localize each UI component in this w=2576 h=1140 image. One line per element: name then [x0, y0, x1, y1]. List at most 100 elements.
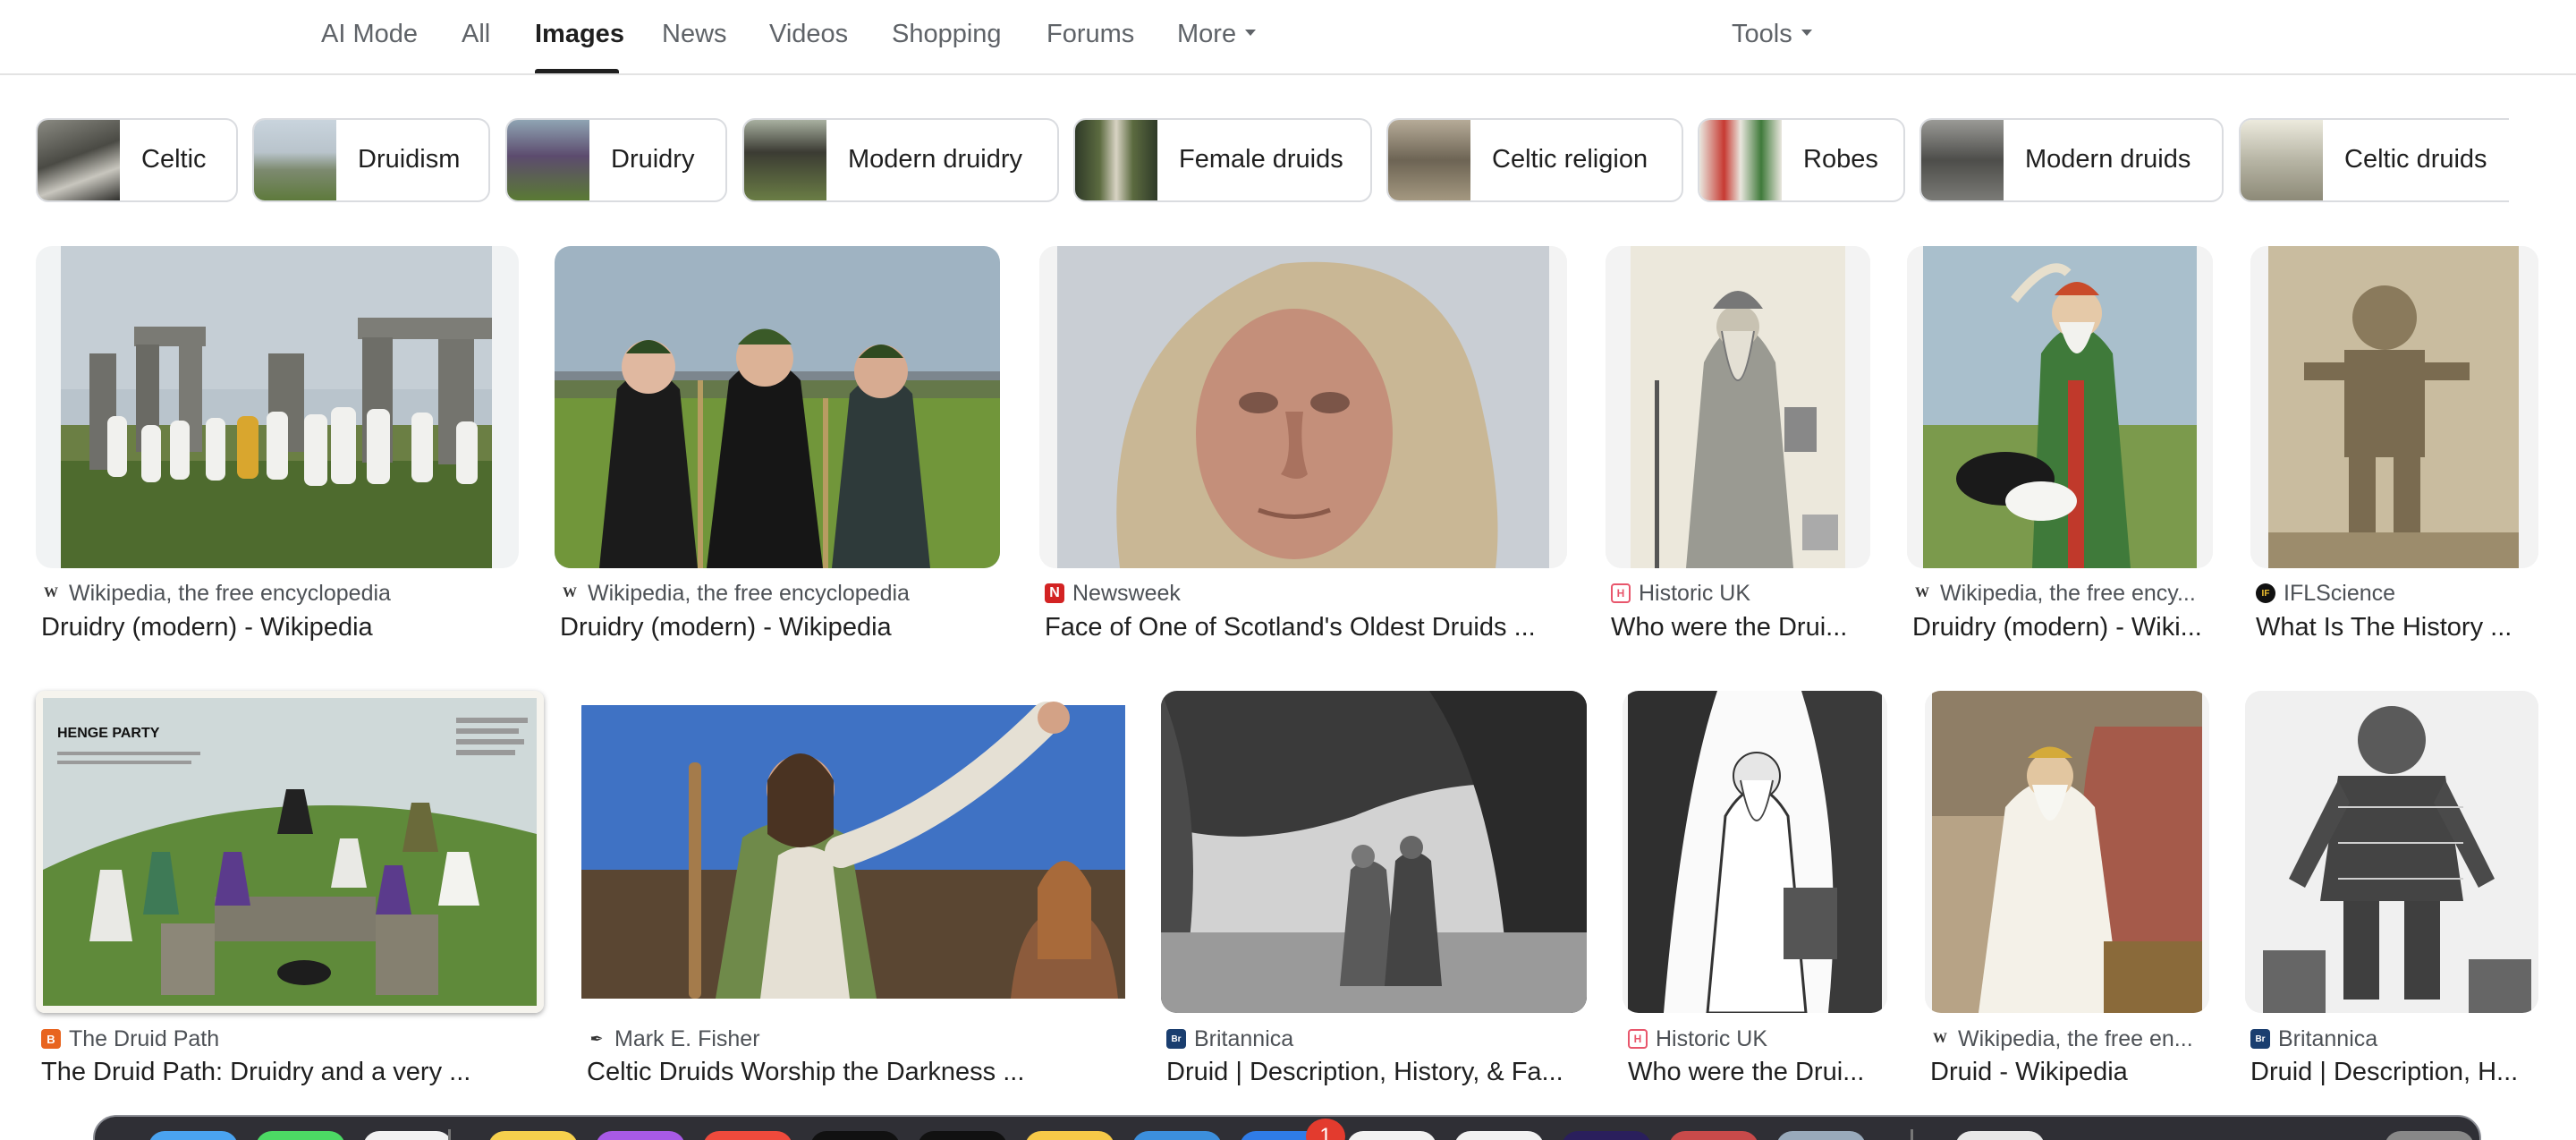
chip-modern-druids[interactable]: Modern druids — [1919, 118, 2224, 202]
result-title[interactable]: Druidry (modern) - Wiki... — [1912, 613, 2213, 642]
blogger-icon: B — [41, 1029, 61, 1049]
result-source-name: Historic UK — [1656, 1025, 1768, 1051]
chip-druidry[interactable]: Druidry — [505, 118, 727, 202]
macos-dock — [93, 1115, 2481, 1140]
wikipedia-icon: W — [1933, 1031, 1947, 1046]
result-source: Br Britannica — [2250, 1025, 2538, 1052]
terminal-alt-icon[interactable] — [918, 1131, 1007, 1140]
result-thumbnail-frame — [2250, 246, 2538, 568]
result-source-name: Historic UK — [1639, 580, 1751, 606]
result-source: B The Druid Path — [41, 1025, 544, 1052]
image-result[interactable]: Br Britannica Druid | Description, H... — [2245, 691, 2538, 1104]
image-result[interactable]: Br Britannica Druid | Description, Histo… — [1161, 691, 1587, 1104]
chip-celtic-religion[interactable]: Celtic religion — [1386, 118, 1683, 202]
chip-celtic-druids[interactable]: Celtic druids — [2239, 118, 2509, 202]
result-source: IF IFLScience — [2256, 580, 2538, 607]
magazine-heading: HENGE PARTY — [57, 726, 160, 741]
result-source-name: Newsweek — [1072, 580, 1181, 606]
newsweek-icon: N — [1045, 583, 1064, 603]
image-result[interactable]: W Wikipedia, the free ency... Druidry (m… — [1907, 246, 2213, 658]
result-title[interactable]: Druid | Description, History, & Fa... — [1166, 1058, 1587, 1087]
britannica-druids-engraving-image — [1161, 691, 1587, 1013]
podcasts-icon[interactable] — [596, 1131, 685, 1140]
result-source-name: Britannica — [1194, 1025, 1294, 1051]
tab-forums[interactable]: Forums — [1046, 20, 1134, 49]
result-source: W Wikipedia, the free ency... — [1912, 580, 2213, 607]
image-result[interactable]: W Wikipedia, the free encyclopedia Druid… — [555, 246, 1000, 658]
result-source: W Wikipedia, the free encyclopedia — [41, 580, 519, 607]
result-title[interactable]: The Druid Path: Druidry and a very ... — [41, 1058, 544, 1087]
image-result[interactable]: W Wikipedia, the free encyclopedia Druid… — [36, 246, 519, 658]
notes-icon[interactable] — [488, 1131, 578, 1140]
terminal-icon[interactable] — [810, 1131, 900, 1140]
result-title[interactable]: Druid - Wikipedia — [1930, 1058, 2209, 1087]
image-result[interactable]: H Historic UK Who were the Drui... — [1606, 246, 1870, 658]
chip-robes[interactable]: Robes — [1698, 118, 1905, 202]
image-result[interactable]: ✒ Mark E. Fisher Celtic Druids Worship t… — [581, 691, 1127, 1104]
wikipedia-icon: W — [1915, 585, 1929, 600]
wicker-man-engraving-image — [2245, 691, 2538, 1013]
image-result[interactable]: IF IFLScience What Is The History ... — [2250, 246, 2538, 658]
historic-uk-icon: H — [1611, 583, 1631, 603]
chip-thumbnail — [507, 120, 589, 200]
result-title[interactable]: What Is The History ... — [2256, 613, 2538, 642]
chip-label: Druidry — [611, 145, 695, 174]
chip-label: Modern druids — [2025, 145, 2191, 174]
result-thumbnail-frame — [581, 691, 1127, 1013]
women-druids-image — [555, 246, 1000, 568]
finder-icon[interactable] — [148, 1131, 238, 1140]
chip-thumbnail — [254, 120, 336, 200]
result-title[interactable]: Druidry (modern) - Wikipedia — [560, 613, 1000, 642]
britannica-icon: Br — [2250, 1029, 2270, 1049]
tab-videos[interactable]: Videos — [769, 20, 848, 49]
image-result[interactable]: N Newsweek Face of One of Scotland's Old… — [1039, 246, 1567, 658]
document-icon[interactable] — [1955, 1131, 2045, 1140]
preview-icon[interactable] — [1454, 1131, 1544, 1140]
result-title[interactable]: Who were the Drui... — [1611, 613, 1870, 642]
result-source-name: Wikipedia, the free ency... — [1940, 580, 2196, 606]
result-title[interactable]: Celtic Druids Worship the Darkness ... — [587, 1058, 1127, 1087]
result-title[interactable]: Druidry (modern) - Wikipedia — [41, 613, 519, 642]
active-tab-indicator — [535, 69, 619, 73]
result-source: Br Britannica — [1166, 1025, 1587, 1052]
result-source-name: Britannica — [2278, 1025, 2378, 1051]
chip-celtic[interactable]: Celtic — [36, 118, 238, 202]
pen-icon: ✒ — [589, 1029, 604, 1048]
claude-icon[interactable] — [1562, 1131, 1651, 1140]
image-result[interactable]: W Wikipedia, the free en... Druid - Wiki… — [1925, 691, 2209, 1104]
chip-druidism[interactable]: Druidism — [252, 118, 490, 202]
tools-button[interactable]: Tools — [1732, 20, 1812, 49]
chip-label: Celtic religion — [1492, 145, 1648, 174]
chevron-down-icon — [1245, 29, 1257, 36]
image-result[interactable]: HENGE PARTY B The Druid Path The Druid P… — [36, 691, 544, 1104]
trash-icon[interactable] — [2385, 1131, 2474, 1140]
image-result[interactable]: H Historic UK Who were the Drui... — [1623, 691, 1887, 1104]
tab-images[interactable]: Images — [535, 20, 624, 49]
chip-thumbnail — [1388, 120, 1470, 200]
chip-modern-druidry[interactable]: Modern druidry — [742, 118, 1059, 202]
safari-icon[interactable] — [1132, 1131, 1222, 1140]
result-title[interactable]: Face of One of Scotland's Oldest Druids … — [1045, 613, 1567, 642]
tab-all[interactable]: All — [462, 20, 490, 49]
messages-icon[interactable] — [256, 1131, 345, 1140]
chrome-icon[interactable] — [703, 1131, 792, 1140]
druid-engraving-image — [1606, 246, 1870, 568]
photos-icon[interactable] — [1347, 1131, 1436, 1140]
app-icon[interactable] — [1669, 1131, 1758, 1140]
tab-more-label: More — [1177, 20, 1237, 48]
britannica-icon: Br — [1166, 1029, 1186, 1049]
result-title[interactable]: Druid | Description, H... — [2250, 1058, 2538, 1087]
result-source: ✒ Mark E. Fisher — [587, 1025, 1127, 1052]
app-icon[interactable] — [1776, 1131, 1866, 1140]
result-source-name: Wikipedia, the free encyclopedia — [588, 580, 910, 606]
chip-thumbnail — [2241, 120, 2323, 200]
stickies-icon[interactable] — [1025, 1131, 1114, 1140]
tab-more[interactable]: More — [1177, 20, 1257, 49]
tab-news[interactable]: News — [662, 20, 727, 49]
calendar-icon[interactable] — [363, 1131, 453, 1140]
result-thumbnail-frame — [1039, 246, 1567, 568]
result-title[interactable]: Who were the Drui... — [1628, 1058, 1887, 1087]
chip-female-druids[interactable]: Female druids — [1073, 118, 1372, 202]
tab-shopping[interactable]: Shopping — [892, 20, 1002, 49]
tab-ai-mode[interactable]: AI Mode — [321, 20, 418, 49]
